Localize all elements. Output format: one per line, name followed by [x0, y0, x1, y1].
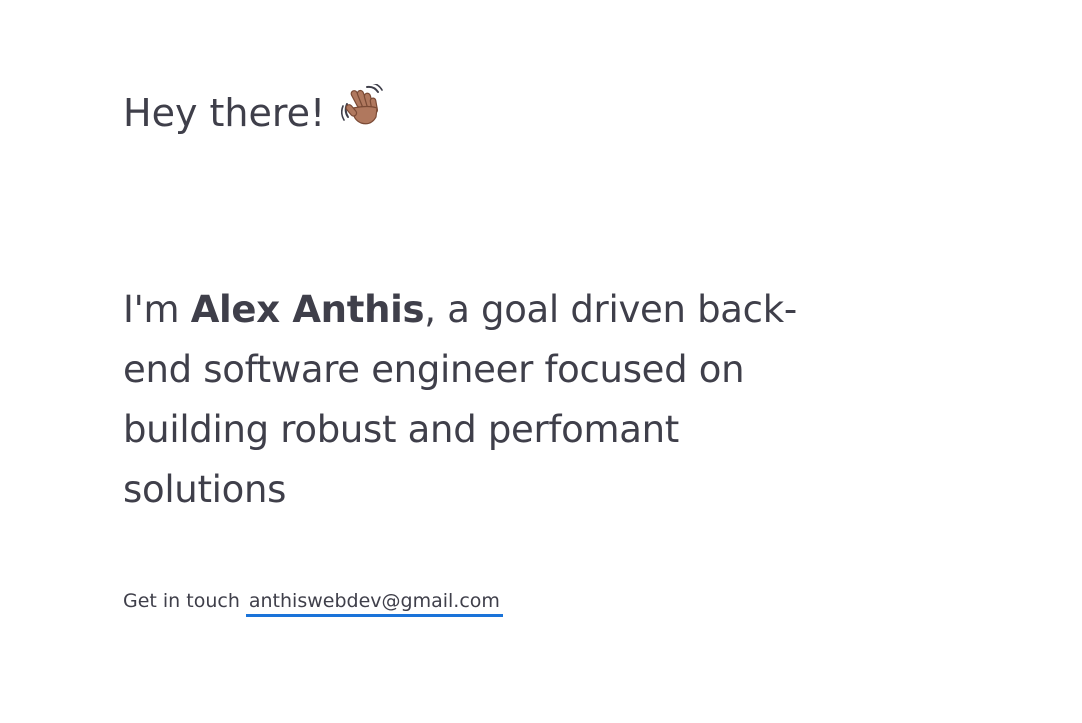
waving-hand-icon — [341, 81, 385, 140]
email-link[interactable]: anthiswebdev@gmail.com — [245, 589, 503, 617]
contact-label: Get in touch — [123, 590, 240, 612]
greeting-heading: Hey there! — [123, 81, 385, 144]
intro-prefix: I'm — [123, 288, 191, 331]
intro-paragraph: I'm Alex Anthis, a goal driven back-end … — [123, 280, 843, 520]
intro-name: Alex Anthis — [190, 288, 425, 331]
contact-line: Get in touch anthiswebdev@gmail.com — [123, 589, 503, 617]
greeting-text: Hey there! — [123, 91, 326, 135]
